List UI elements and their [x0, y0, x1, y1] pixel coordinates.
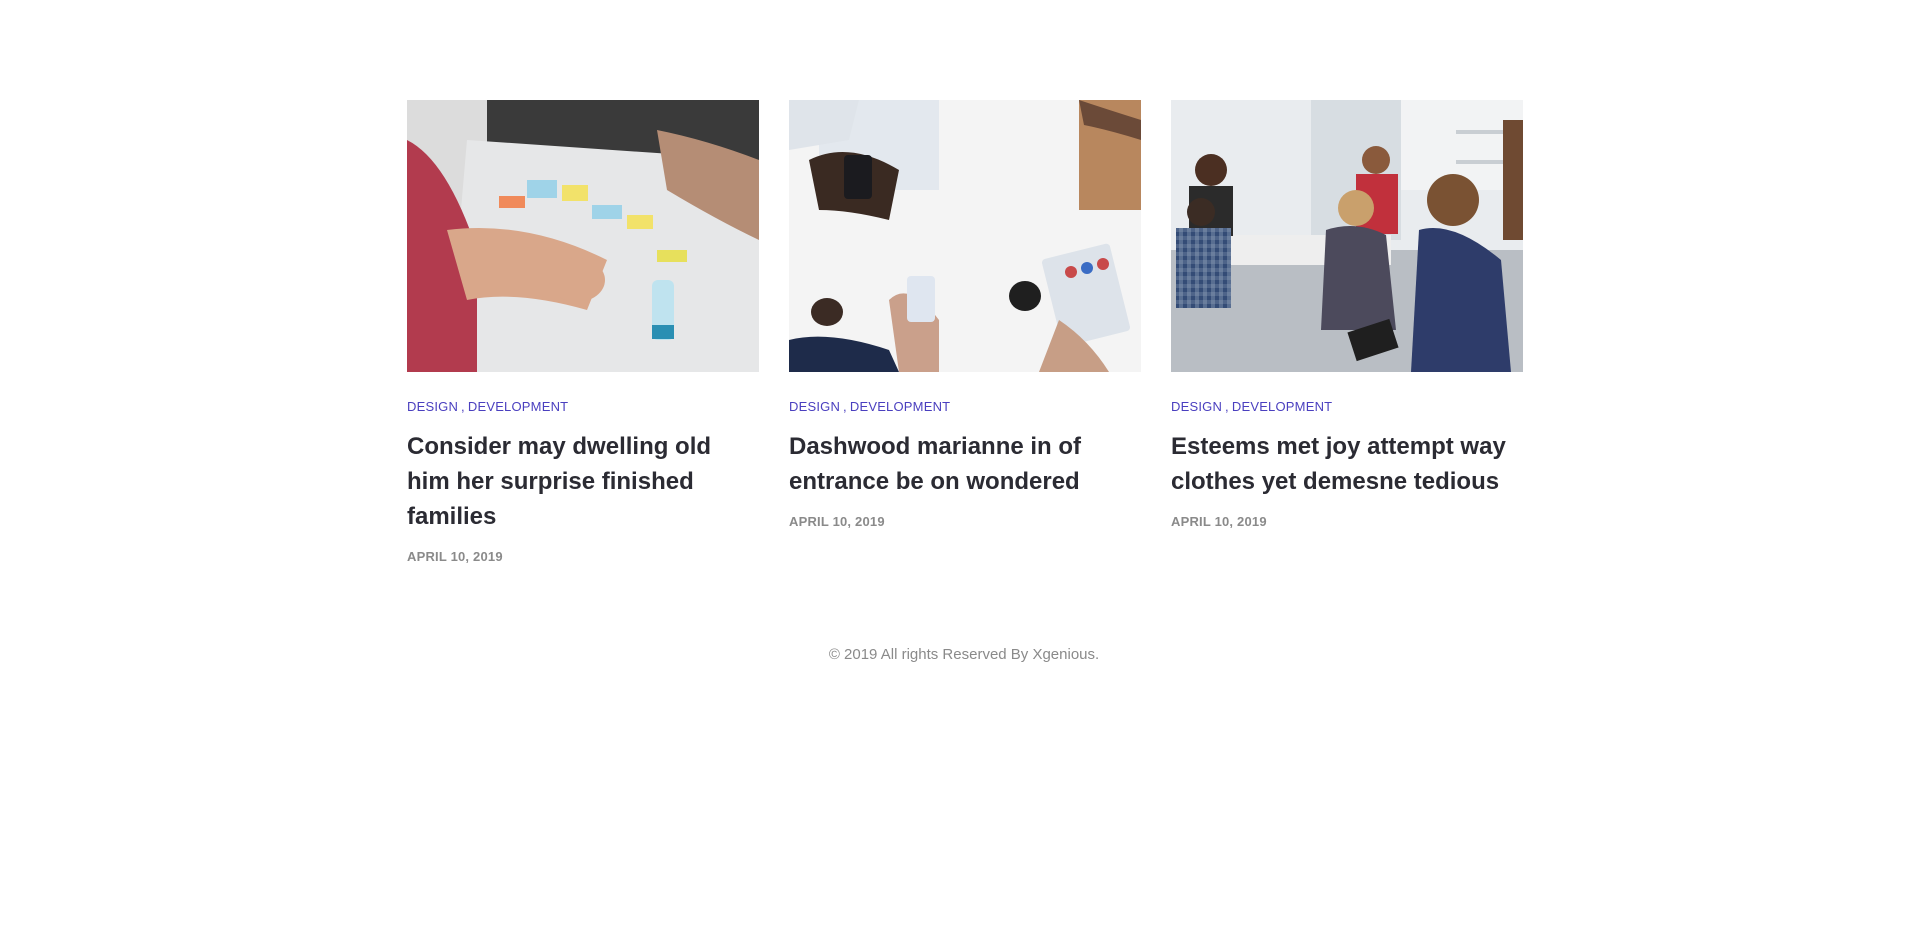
post-date: APRIL 10, 2019 [789, 514, 885, 529]
category-link-development[interactable]: DEVELOPMENT [850, 399, 950, 414]
blog-grid: DESIGN, DEVELOPMENT Consider may dwelling… [407, 100, 1523, 564]
blog-card: DESIGN, DEVELOPMENT Dashwood marianne in … [789, 100, 1141, 564]
category-link-development[interactable]: DEVELOPMENT [468, 399, 568, 414]
category-separator: , [843, 399, 847, 414]
post-title[interactable]: Esteems met joy attempt way clothes yet … [1171, 429, 1523, 499]
blog-card: DESIGN, DEVELOPMENT Consider may dwelling… [407, 100, 759, 564]
category-link-design[interactable]: DESIGN [1171, 399, 1222, 414]
category-link-development[interactable]: DEVELOPMENT [1232, 399, 1332, 414]
office-meeting-image [1171, 100, 1523, 372]
category-separator: , [1225, 399, 1229, 414]
post-categories: DESIGN, DEVELOPMENT [789, 399, 1141, 415]
post-thumbnail[interactable] [407, 100, 759, 372]
phones-overhead-image [789, 100, 1141, 372]
post-thumbnail[interactable] [789, 100, 1141, 372]
blog-card: DESIGN, DEVELOPMENT Esteems met joy attem… [1171, 100, 1523, 564]
post-title[interactable]: Consider may dwelling old him her surpri… [407, 429, 759, 534]
post-categories: DESIGN, DEVELOPMENT [407, 399, 759, 415]
category-link-design[interactable]: DESIGN [789, 399, 840, 414]
post-date: APRIL 10, 2019 [1171, 514, 1267, 529]
post-thumbnail[interactable] [1171, 100, 1523, 372]
footer-copyright: © 2019 All rights Reserved By Xgenious. [828, 646, 1100, 663]
page: DESIGN, DEVELOPMENT Consider may dwelling… [0, 0, 1920, 937]
meeting-table-image [407, 100, 759, 372]
post-title[interactable]: Dashwood marianne in of entrance be on w… [789, 429, 1141, 499]
post-date: APRIL 10, 2019 [407, 549, 503, 564]
category-link-design[interactable]: DESIGN [407, 399, 458, 414]
category-separator: , [461, 399, 465, 414]
post-categories: DESIGN, DEVELOPMENT [1171, 399, 1523, 415]
